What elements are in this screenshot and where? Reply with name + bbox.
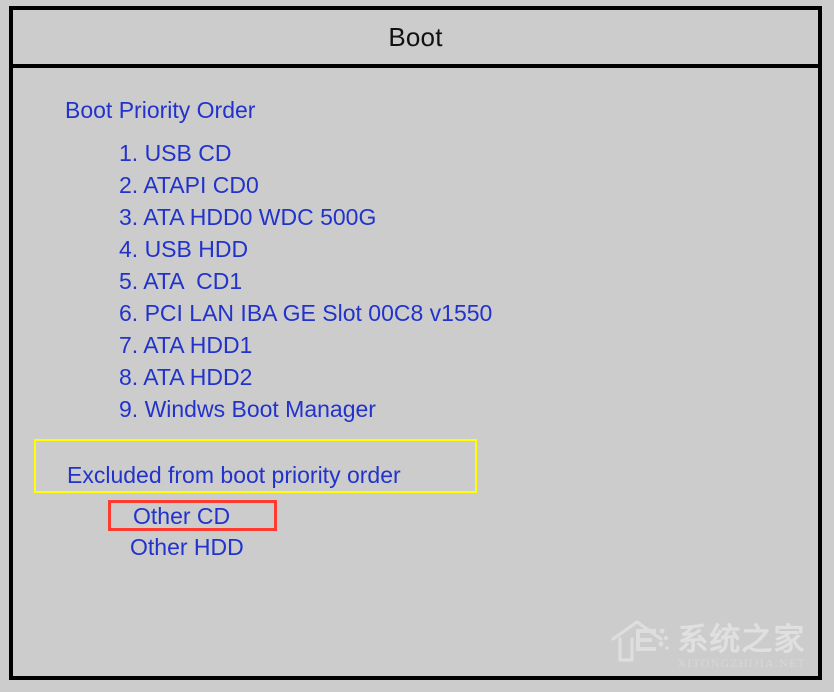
boot-priority-item[interactable]: 3. ATA HDD0 WDC 500G xyxy=(119,201,492,233)
bios-setup-window: Boot Boot Priority Order 1. USB CD 2. AT… xyxy=(9,6,822,680)
boot-priority-item[interactable]: 4. USB HDD xyxy=(119,233,492,265)
boot-priority-item[interactable]: 1. USB CD xyxy=(119,137,492,169)
excluded-item-other-hdd[interactable]: Other HDD xyxy=(121,531,277,564)
watermark-latin-text: XITONGZHIJIA.NET xyxy=(677,656,806,670)
boot-priority-item[interactable]: 5. ATA CD1 xyxy=(119,265,492,297)
boot-priority-order-heading: Boot Priority Order xyxy=(65,97,256,123)
boot-settings-panel: Boot Priority Order 1. USB CD 2. ATAPI C… xyxy=(13,68,818,676)
window-title-bar: Boot xyxy=(13,10,818,68)
boot-priority-order-list: 1. USB CD 2. ATAPI CD0 3. ATA HDD0 WDC 5… xyxy=(119,137,492,425)
boot-priority-item[interactable]: 9. Windws Boot Manager xyxy=(119,393,492,425)
page-title: Boot xyxy=(388,21,443,52)
excluded-heading-highlight-box: Excluded from boot priority order xyxy=(34,439,477,493)
boot-priority-item[interactable]: 6. PCI LAN IBA GE Slot 00C8 v1550 xyxy=(119,297,492,329)
watermark: 系统之家 XITONGZHIJIA.NET xyxy=(611,619,806,670)
excluded-item-other-cd[interactable]: Other CD xyxy=(108,500,277,531)
excluded-device-list: Other CD Other HDD xyxy=(108,500,277,564)
watermark-text-group: 系统之家 XITONGZHIJIA.NET xyxy=(677,624,806,670)
boot-priority-item[interactable]: 2. ATAPI CD0 xyxy=(119,169,492,201)
house-logo-icon xyxy=(611,619,673,668)
boot-priority-item[interactable]: 7. ATA HDD1 xyxy=(119,329,492,361)
watermark-chinese-text: 系统之家 xyxy=(677,622,806,658)
boot-priority-item[interactable]: 8. ATA HDD2 xyxy=(119,361,492,393)
excluded-from-boot-priority-order-heading: Excluded from boot priority order xyxy=(67,462,401,488)
